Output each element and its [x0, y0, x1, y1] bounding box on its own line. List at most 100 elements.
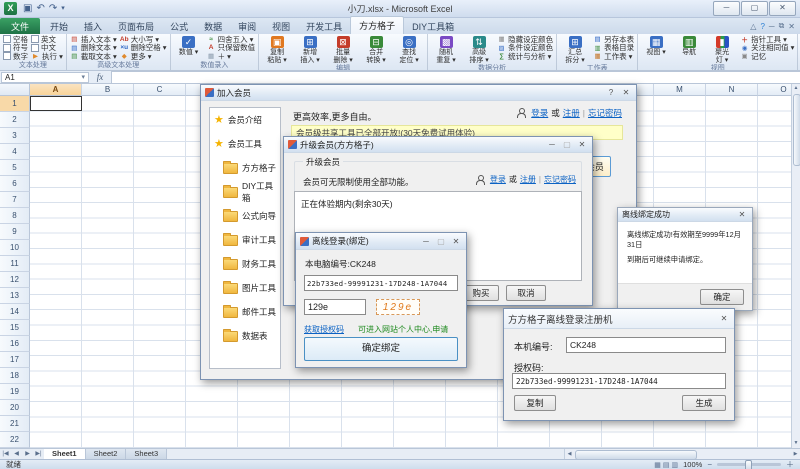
- window-maximize-button[interactable]: ▢: [741, 1, 768, 16]
- column-header-O[interactable]: O: [758, 84, 791, 96]
- sheet-tab-Sheet3[interactable]: Sheet3: [126, 449, 167, 459]
- save-button[interactable]: ▣: [23, 2, 32, 16]
- ribbon-button-工作表[interactable]: ▦工作表 ▾: [593, 52, 634, 61]
- forgot-password-link[interactable]: 忘记密码: [544, 174, 576, 185]
- row-header-5[interactable]: 5: [0, 160, 30, 176]
- tab-插入[interactable]: 插入: [76, 18, 110, 34]
- ribbon-button-导航[interactable]: ▥导航: [674, 35, 704, 57]
- sidebar-item-会员工具[interactable]: ★会员工具: [210, 132, 280, 156]
- minimize-icon[interactable]: ─: [420, 236, 432, 247]
- sheet-tab-Sheet2[interactable]: Sheet2: [86, 449, 127, 459]
- sheet-tab-Sheet1[interactable]: Sheet1: [44, 449, 86, 459]
- ribbon-button-高级排序[interactable]: ⇅高级 排序 ▾: [464, 35, 494, 64]
- tab-开始[interactable]: 开始: [42, 18, 76, 34]
- window-close-button[interactable]: ✕: [769, 1, 796, 16]
- selected-cell-a1[interactable]: [30, 96, 82, 111]
- tab-开发工具[interactable]: 开发工具: [298, 18, 350, 34]
- zoom-slider[interactable]: [717, 463, 781, 466]
- tab-审阅[interactable]: 审阅: [230, 18, 264, 34]
- help-icon[interactable]: ?: [760, 22, 764, 31]
- zoom-slider-thumb[interactable]: [745, 460, 752, 469]
- close-icon[interactable]: ✕: [450, 236, 462, 247]
- sheet-nav-icon[interactable]: |◀: [0, 449, 11, 459]
- row-header-20[interactable]: 20: [0, 400, 30, 416]
- sidebar-item-审计工具[interactable]: 审计工具: [210, 228, 280, 252]
- zoom-in-button[interactable]: ＋: [786, 460, 794, 469]
- redo-button[interactable]: ↷: [49, 2, 57, 16]
- ribbon-button-数值[interactable]: ✓数值 ▾: [174, 35, 204, 57]
- view-mode-icon[interactable]: ▤: [663, 461, 670, 469]
- ribbon-button-查找定位[interactable]: ◎查找 定位 ▾: [394, 35, 424, 64]
- ribbon-button-新增插入[interactable]: ⊞新增 插入 ▾: [295, 35, 325, 64]
- ok-button[interactable]: 确定: [700, 289, 744, 305]
- tab-DIY工具箱[interactable]: DIY工具箱: [404, 18, 462, 34]
- sheet-nav-icon[interactable]: ▶|: [33, 449, 44, 459]
- upgrade-dialog-titlebar[interactable]: 升级会员(方方格子) ─ ▢ ✕: [284, 137, 592, 153]
- row-header-6[interactable]: 6: [0, 176, 30, 192]
- close-icon[interactable]: ✕: [620, 87, 632, 98]
- ribbon-button-截取文本[interactable]: ▤截取文本 ▾: [70, 52, 117, 61]
- msgbox-titlebar[interactable]: 离线绑定成功 ✕: [618, 208, 752, 222]
- row-header-8[interactable]: 8: [0, 208, 30, 224]
- row-header-15[interactable]: 15: [0, 320, 30, 336]
- confirm-bind-button[interactable]: 确定绑定: [304, 337, 458, 361]
- auth-code-input[interactable]: 22b733ed-99991231-17D248-1A7044: [304, 275, 458, 291]
- row-header-13[interactable]: 13: [0, 288, 30, 304]
- maximize-icon[interactable]: ▢: [435, 236, 447, 247]
- forgot-password-link[interactable]: 忘记密码: [588, 107, 622, 119]
- column-header-C[interactable]: C: [134, 84, 186, 96]
- ribbon-button-复制粘贴[interactable]: ▣复制 粘贴 ▾: [262, 35, 292, 64]
- tab-方方格子[interactable]: 方方格子: [350, 16, 404, 34]
- close-icon[interactable]: ✕: [736, 209, 748, 220]
- row-header-19[interactable]: 19: [0, 384, 30, 400]
- ribbon-button-聚光灯[interactable]: ▮聚光 灯 ▾: [707, 35, 737, 64]
- horizontal-scrollbar[interactable]: ◀ ▶: [564, 449, 800, 459]
- ribbon-collapse-icon[interactable]: △: [750, 22, 756, 31]
- view-mode-icon[interactable]: ▦: [654, 461, 661, 469]
- sidebar-item-方方格子[interactable]: 方方格子: [210, 156, 280, 180]
- ribbon-button-关注相同值[interactable]: ◉关注相同值 ▾: [740, 44, 794, 53]
- row-header-7[interactable]: 7: [0, 192, 30, 208]
- ribbon-button-随机重复[interactable]: ▩随机 重复 ▾: [431, 35, 461, 64]
- column-header-B[interactable]: B: [82, 84, 134, 96]
- captcha-input[interactable]: 129e: [304, 299, 366, 315]
- sidebar-item-DIY工具箱[interactable]: DIY工具箱: [210, 180, 280, 204]
- row-header-17[interactable]: 17: [0, 352, 30, 368]
- scroll-down-icon[interactable]: ▼: [792, 439, 800, 448]
- login-link[interactable]: 登录: [490, 174, 506, 185]
- fx-icon[interactable]: fx: [89, 72, 111, 82]
- column-header-N[interactable]: N: [706, 84, 758, 96]
- select-all-corner[interactable]: [0, 84, 30, 96]
- scroll-right-icon[interactable]: ▶: [791, 449, 800, 459]
- offline-dialog-titlebar[interactable]: 离线登录(绑定) ─ ▢ ✕: [296, 233, 466, 250]
- keygen-titlebar[interactable]: 方方格子离线登录注册机 ✕: [504, 309, 734, 329]
- login-link[interactable]: 登录: [531, 107, 548, 119]
- ribbon-button-更多[interactable]: ◆更多 ▾: [120, 52, 167, 61]
- join-dialog-titlebar[interactable]: 加入会员 ? ✕: [201, 85, 636, 101]
- column-header-A[interactable]: A: [30, 84, 82, 96]
- row-header-22[interactable]: 22: [0, 432, 30, 448]
- scroll-left-icon[interactable]: ◀: [565, 449, 574, 459]
- formula-input[interactable]: [111, 71, 800, 84]
- row-header-21[interactable]: 21: [0, 416, 30, 432]
- sidebar-item-会员介绍[interactable]: ★会员介绍: [210, 108, 280, 132]
- register-link[interactable]: 注册: [563, 107, 580, 119]
- ribbon-button-统计与分析[interactable]: ∑统计与分析 ▾: [497, 52, 553, 61]
- sidebar-item-数据表[interactable]: 数据表: [210, 324, 280, 348]
- excel-app-icon[interactable]: X: [4, 2, 17, 15]
- row-header-4[interactable]: 4: [0, 144, 30, 160]
- cancel-button[interactable]: 取消: [506, 285, 546, 301]
- ribbon-button-视图[interactable]: ▦视图 ▾: [641, 35, 671, 57]
- row-header-3[interactable]: 3: [0, 128, 30, 144]
- tab-文件[interactable]: 文件: [0, 18, 40, 34]
- ribbon-button-＋[interactable]: ▦＋ ▾: [207, 52, 256, 61]
- ribbon-button-执行[interactable]: ▶执行 ▾: [31, 52, 63, 61]
- generate-button[interactable]: 生成: [682, 395, 726, 411]
- maximize-icon[interactable]: ▢: [561, 139, 573, 150]
- help-icon[interactable]: ?: [605, 87, 617, 98]
- row-header-12[interactable]: 12: [0, 272, 30, 288]
- sheet-nav-icon[interactable]: ▶: [22, 449, 33, 459]
- sidebar-item-邮件工具[interactable]: 邮件工具: [210, 300, 280, 324]
- undo-button[interactable]: ↶: [36, 2, 44, 16]
- column-header-M[interactable]: M: [654, 84, 706, 96]
